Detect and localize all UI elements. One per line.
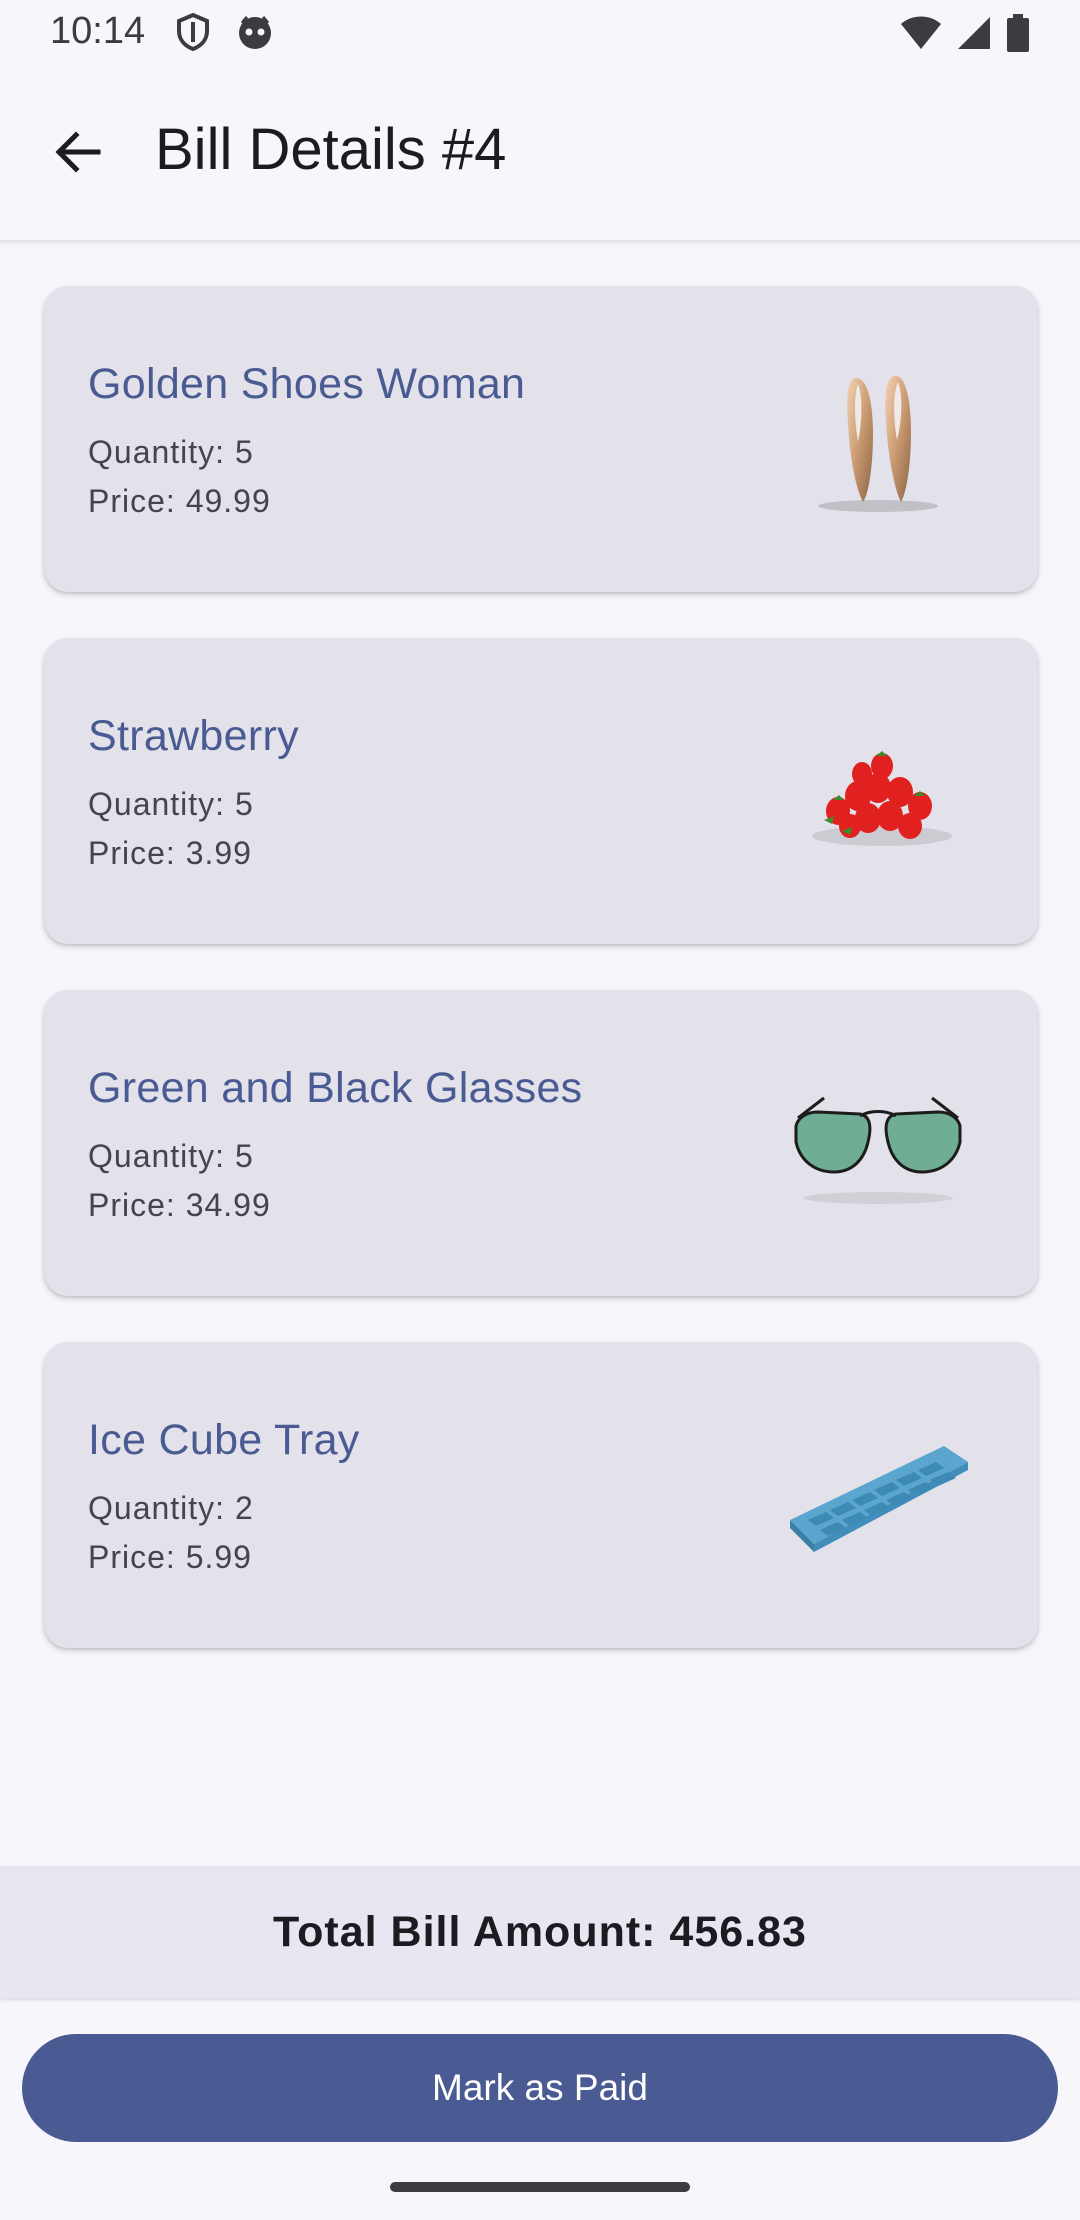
total-bar: Total Bill Amount: 456.83 bbox=[0, 1866, 1080, 1998]
mark-as-paid-button[interactable]: Mark as Paid bbox=[22, 2034, 1058, 2142]
ice-cube-tray-image bbox=[778, 1420, 978, 1570]
item-name: Green and Black Glasses bbox=[88, 1064, 583, 1112]
wifi-icon bbox=[900, 16, 942, 55]
bill-item-card[interactable]: Green and Black Glasses Quantity: 5 Pric… bbox=[44, 990, 1038, 1296]
item-quantity: Quantity: 2 bbox=[88, 1490, 254, 1526]
back-button[interactable] bbox=[42, 118, 114, 190]
status-bar: 10:14 bbox=[0, 0, 1080, 66]
bill-item-card[interactable]: Golden Shoes Woman Quantity: 5 Price: 49… bbox=[44, 286, 1038, 592]
shield-icon bbox=[175, 12, 211, 57]
screen: 10:14 Bill Details #4 Golden Shoes Woman… bbox=[0, 0, 1080, 2220]
item-price: Price: 3.99 bbox=[88, 835, 252, 871]
item-name: Strawberry bbox=[88, 712, 299, 760]
arrow-back-icon bbox=[52, 126, 104, 183]
home-indicator[interactable] bbox=[390, 2182, 690, 2192]
item-price: Price: 34.99 bbox=[88, 1187, 271, 1223]
bill-item-card[interactable]: Strawberry Quantity: 5 Price: 3.99 bbox=[44, 638, 1038, 944]
item-quantity: Quantity: 5 bbox=[88, 786, 254, 822]
item-quantity: Quantity: 5 bbox=[88, 434, 254, 470]
bill-item-list: Golden Shoes Woman Quantity: 5 Price: 49… bbox=[44, 286, 1038, 1694]
status-time: 10:14 bbox=[50, 10, 146, 52]
golden-shoes-image bbox=[778, 364, 978, 514]
signal-icon bbox=[956, 15, 992, 56]
item-quantity: Quantity: 5 bbox=[88, 1138, 254, 1174]
page-title: Bill Details #4 bbox=[155, 117, 507, 182]
bill-item-card[interactable]: Ice Cube Tray Quantity: 2 Price: 5.99 bbox=[44, 1342, 1038, 1648]
total-amount: Total Bill Amount: 456.83 bbox=[273, 1907, 807, 1956]
item-name: Golden Shoes Woman bbox=[88, 360, 526, 408]
strawberry-image bbox=[778, 716, 978, 866]
app-bar: Bill Details #4 bbox=[0, 66, 1080, 242]
item-name: Ice Cube Tray bbox=[88, 1416, 360, 1464]
item-price: Price: 5.99 bbox=[88, 1539, 252, 1575]
status-right-icons bbox=[900, 14, 1030, 57]
item-price: Price: 49.99 bbox=[88, 483, 271, 519]
glasses-image bbox=[778, 1068, 978, 1218]
battery-icon bbox=[1006, 14, 1030, 57]
face-icon bbox=[235, 12, 275, 57]
